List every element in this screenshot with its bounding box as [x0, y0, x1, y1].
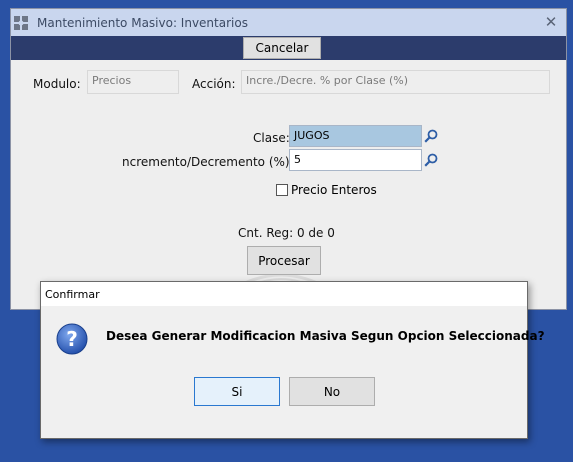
question-icon: ?	[56, 323, 88, 358]
dialog-message: Desea Generar Modificacion Masiva Segun …	[106, 329, 545, 343]
precio-enteros-option[interactable]: Precio Enteros	[276, 183, 377, 197]
dialog-title-bar: Confirmar	[41, 282, 527, 306]
accion-label: Acción:	[192, 77, 236, 91]
close-icon[interactable]: ✕	[542, 13, 560, 31]
svg-text:?: ?	[66, 327, 78, 351]
process-button[interactable]: Procesar	[247, 246, 321, 275]
record-count: Cnt. Reg: 0 de 0	[238, 226, 335, 240]
clase-label: Clase:	[253, 131, 290, 145]
toolbar: Cancelar	[11, 36, 566, 60]
clase-input[interactable]: JUGOS	[289, 125, 422, 147]
title-bar: Mantenimiento Masivo: Inventarios ✕	[11, 9, 566, 36]
clase-search-icon[interactable]	[420, 125, 442, 147]
modulo-field: Precios	[87, 70, 179, 94]
incremento-input[interactable]: 5	[289, 149, 422, 171]
confirm-dialog: Confirmar ? Desea Generar Modificacion M…	[40, 281, 545, 439]
yes-button[interactable]: Si	[194, 377, 280, 406]
accion-field: Incre./Decre. % por Clase (%)	[241, 70, 550, 94]
cancel-button[interactable]: Cancelar	[243, 37, 321, 59]
precio-enteros-label: Precio Enteros	[291, 183, 377, 197]
precio-enteros-checkbox[interactable]	[276, 184, 288, 196]
dialog-title: Confirmar	[45, 287, 100, 301]
incremento-search-icon[interactable]	[420, 149, 442, 171]
main-window: Mantenimiento Masivo: Inventarios ✕ Canc…	[10, 8, 567, 310]
no-button[interactable]: No	[289, 377, 375, 406]
window-title: Mantenimiento Masivo: Inventarios	[37, 15, 248, 30]
incremento-label: ncremento/Decremento (%):	[122, 155, 294, 169]
app-logo-icon	[13, 15, 29, 31]
modulo-label: Modulo:	[33, 77, 81, 91]
